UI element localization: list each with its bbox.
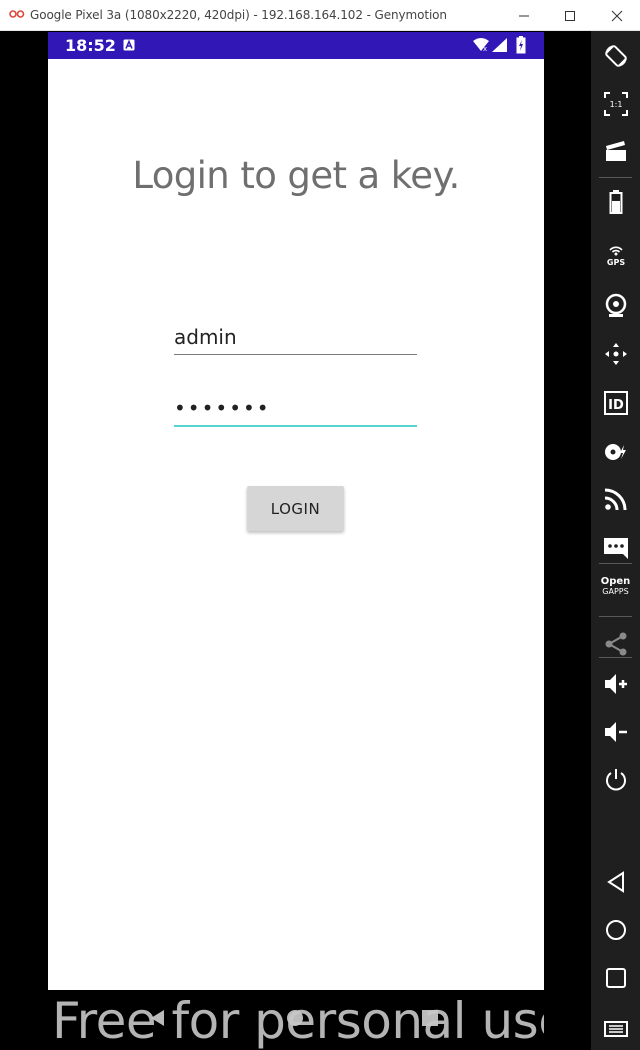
battery-charging-icon bbox=[516, 36, 526, 54]
pixel-perfect-button[interactable]: 1:1 bbox=[591, 81, 640, 125]
back-icon bbox=[607, 871, 624, 893]
login-button[interactable]: LOGIN bbox=[247, 486, 344, 531]
battery-button[interactable] bbox=[591, 179, 640, 223]
minimize-icon bbox=[519, 15, 529, 17]
status-time: 18:52 bbox=[65, 36, 116, 55]
page-title: Login to get a key. bbox=[132, 154, 460, 197]
gps-button[interactable]: GPS bbox=[591, 231, 640, 275]
cell-signal-icon bbox=[492, 38, 507, 52]
identifiers-button[interactable]: ID bbox=[591, 380, 640, 424]
dpad-icon bbox=[605, 343, 627, 365]
menu-button[interactable] bbox=[591, 1005, 640, 1049]
toolbar-separator bbox=[599, 657, 632, 658]
recent-apps-button[interactable] bbox=[591, 955, 640, 999]
device-screen: 18:52 x Login to get a key. LOGIN bbox=[48, 32, 544, 990]
svg-text:1:1: 1:1 bbox=[610, 100, 623, 109]
screen-record-button[interactable] bbox=[591, 128, 640, 172]
close-icon bbox=[611, 10, 623, 22]
gps-icon: GPS bbox=[607, 246, 625, 267]
volume-up-icon bbox=[605, 674, 627, 694]
share-button[interactable] bbox=[591, 621, 640, 665]
emulator-window: Google Pixel 3a (1080x2220, 420dpi) - 19… bbox=[0, 0, 640, 1050]
rotate-button[interactable] bbox=[591, 33, 640, 77]
identifiers-icon: ID bbox=[604, 391, 628, 415]
toolbar-separator bbox=[599, 177, 632, 178]
toolbar-separator bbox=[599, 616, 632, 617]
notification-app-icon bbox=[123, 39, 135, 51]
home-button[interactable] bbox=[591, 907, 640, 951]
android-nav-bar: Free for personal use bbox=[48, 990, 544, 1050]
password-input[interactable] bbox=[174, 391, 417, 427]
wifi-icon: x bbox=[473, 38, 489, 52]
genymotion-logo-icon bbox=[9, 10, 25, 18]
maximize-icon bbox=[565, 11, 575, 21]
svg-text:ID: ID bbox=[608, 398, 624, 413]
rotate-icon bbox=[605, 45, 627, 67]
username-input[interactable] bbox=[174, 319, 417, 355]
power-icon bbox=[606, 769, 626, 791]
volume-down-button[interactable] bbox=[591, 709, 640, 753]
close-button[interactable] bbox=[594, 0, 640, 31]
svg-text:GPS: GPS bbox=[607, 258, 625, 267]
minimize-button[interactable] bbox=[501, 0, 547, 31]
screen-record-icon bbox=[606, 141, 626, 161]
volume-up-button[interactable] bbox=[591, 661, 640, 705]
volume-down-icon bbox=[605, 722, 627, 742]
title-bar: Google Pixel 3a (1080x2220, 420dpi) - 19… bbox=[0, 0, 640, 31]
disk-io-icon bbox=[605, 444, 626, 460]
recent-apps-icon bbox=[606, 968, 626, 988]
dpad-button[interactable] bbox=[591, 331, 640, 375]
power-button[interactable] bbox=[591, 757, 640, 801]
window-title: Google Pixel 3a (1080x2220, 420dpi) - 19… bbox=[30, 8, 447, 22]
battery-icon bbox=[609, 190, 623, 214]
share-icon bbox=[605, 632, 627, 656]
menu-icon bbox=[604, 1021, 628, 1037]
emulator-toolbar: 1:1 GPS ID Open GAPPS bbox=[591, 31, 640, 1050]
webcam-button[interactable] bbox=[591, 283, 640, 327]
webcam-icon bbox=[605, 293, 627, 317]
network-icon bbox=[604, 488, 627, 511]
toolbar-separator bbox=[599, 563, 632, 564]
disk-io-button[interactable] bbox=[591, 429, 640, 473]
open-gapps-button[interactable]: Open GAPPS bbox=[591, 568, 640, 612]
watermark-text: Free for personal use bbox=[52, 992, 544, 1050]
back-button[interactable] bbox=[591, 859, 640, 903]
sms-icon bbox=[604, 538, 628, 559]
status-bar: 18:52 x bbox=[48, 32, 544, 59]
pixel-perfect-icon: 1:1 bbox=[604, 92, 628, 116]
maximize-button[interactable] bbox=[547, 0, 593, 31]
svg-text:x: x bbox=[483, 45, 487, 52]
home-icon bbox=[606, 920, 626, 940]
network-button[interactable] bbox=[591, 476, 640, 520]
